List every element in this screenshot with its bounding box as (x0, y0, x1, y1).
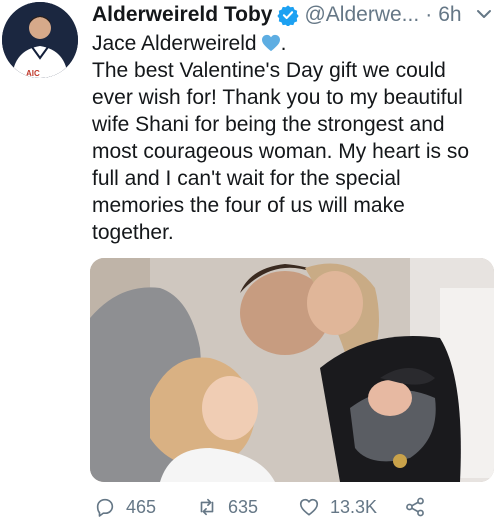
like-count: 13.3K (330, 496, 378, 517)
reply-button[interactable]: 465 (94, 496, 156, 518)
tweet-text: Jace Alderweireld . The best Valentine's… (92, 30, 492, 246)
tweet-header: Alderweireld Toby @Alderwe... · 6h (92, 0, 462, 30)
share-icon (406, 497, 424, 517)
separator-dot: · (425, 3, 433, 26)
author-avatar[interactable]: AIC (2, 2, 78, 78)
tweet-time[interactable]: 6h (438, 3, 461, 27)
tweet-actions: 465 635 13.3K (92, 496, 492, 522)
like-button[interactable]: 13.3K (298, 496, 377, 518)
share-button[interactable] (404, 496, 436, 518)
retweet-icon (200, 498, 214, 516)
tweet-text-period: . (280, 32, 287, 55)
tweet-text-body: The best Valentine's Day gift we could e… (92, 59, 469, 244)
chevron-down-icon[interactable] (472, 2, 496, 26)
tweet-photo[interactable] (90, 258, 494, 482)
reply-icon (96, 498, 114, 517)
retweet-count: 635 (228, 496, 259, 517)
tweet-text-line1: Jace Alderweireld . (92, 30, 492, 57)
reply-count: 465 (126, 496, 157, 517)
retweet-button[interactable]: 635 (196, 496, 258, 518)
author-handle[interactable]: @Alderwe... (304, 3, 419, 27)
verified-badge-icon (277, 5, 300, 26)
tweet-card[interactable]: AIC Alderweireld Toby @Alderwe... · 6h J… (0, 0, 500, 524)
heart-outline-icon (299, 498, 319, 516)
blue-heart-icon (261, 34, 280, 52)
baby-name: Jace Alderweireld (92, 32, 257, 55)
svg-text:AIC: AIC (26, 69, 40, 78)
author-name[interactable]: Alderweireld Toby (92, 3, 272, 27)
